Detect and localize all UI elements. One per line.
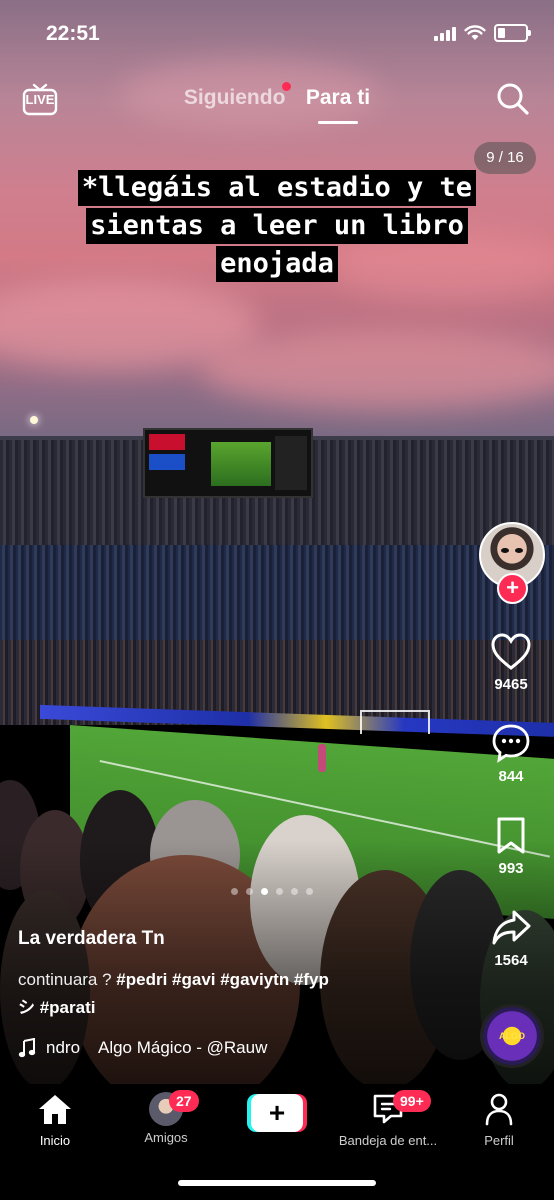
battery-level — [498, 28, 505, 38]
create-button[interactable]: + — [247, 1094, 307, 1132]
carousel-dot — [306, 888, 313, 895]
scoreboard-screen — [211, 442, 271, 486]
sponsor-logo — [149, 454, 185, 470]
middle-stands — [0, 545, 554, 640]
scoreboard-side-panel — [275, 436, 307, 490]
avatar-detail — [501, 548, 509, 553]
home-indicator[interactable] — [178, 1180, 376, 1186]
goal-frame — [360, 710, 430, 734]
tab-following-label: Siguiendo — [183, 86, 286, 109]
carousel-dot — [246, 888, 253, 895]
tab-following[interactable]: Siguiendo — [183, 82, 292, 110]
hashtags[interactable]: #pedri #gavi #gaviytn #fyp — [116, 970, 329, 989]
carousel-dot — [291, 888, 298, 895]
follow-button[interactable]: + — [497, 573, 528, 604]
search-button[interactable] — [496, 82, 530, 116]
comment-button[interactable]: 844 — [471, 722, 551, 785]
tiktok-screen: 22:51 LIVE Siguiendo Para ti 9 / 16 *lle… — [0, 0, 554, 1200]
comment-icon — [492, 724, 530, 763]
carousel-dot — [231, 888, 238, 895]
active-tab-indicator — [317, 121, 358, 124]
share-icon — [492, 910, 531, 945]
carousel-dot-active — [261, 888, 268, 895]
floodlight — [30, 416, 38, 424]
like-count: 9465 — [494, 676, 528, 693]
feed-tabs: Siguiendo Para ti — [0, 82, 554, 124]
heart-icon — [491, 633, 531, 670]
description-text: continuara ? — [18, 970, 117, 989]
share-button[interactable]: 1564 — [471, 908, 551, 969]
friends-badge: 27 — [169, 1090, 199, 1112]
tab-for-you-label: Para ti — [305, 86, 371, 109]
nav-home[interactable]: Inicio — [0, 1092, 110, 1148]
nav-friends-label: Amigos — [144, 1130, 188, 1145]
sponsor-logo — [149, 434, 185, 450]
profile-icon — [485, 1093, 513, 1126]
wifi-icon — [464, 25, 486, 40]
save-count: 993 — [498, 860, 524, 877]
music-note-icon — [18, 1038, 36, 1058]
music-disc[interactable]: ALGO MAGICO — [480, 1004, 544, 1099]
overlay-line: sientas a leer un libro — [86, 208, 468, 244]
plus-icon: + — [251, 1094, 303, 1132]
signal-icon — [434, 25, 456, 41]
stadium-scoreboard — [143, 428, 313, 498]
save-button[interactable]: 993 — [471, 816, 551, 877]
nav-friends[interactable]: Amigos 27 — [111, 1090, 221, 1145]
share-count: 1564 — [494, 952, 528, 969]
inbox-badge: 99+ — [393, 1090, 431, 1112]
carousel-dots — [231, 888, 313, 895]
battery-icon — [494, 24, 531, 42]
nav-profile[interactable]: Perfil — [444, 1092, 554, 1148]
search-icon — [497, 83, 529, 115]
nav-inbox[interactable]: Bandeja de ent... 99+ — [333, 1090, 443, 1148]
bookmark-icon — [497, 817, 525, 854]
carousel-dot — [276, 888, 283, 895]
comment-count: 844 — [498, 768, 524, 785]
creator-username[interactable]: La verdadera Tn — [18, 928, 165, 950]
nav-home-label: Inicio — [39, 1133, 71, 1148]
notification-dot — [282, 82, 292, 91]
nav-inbox-label: Bandeja de ent... — [338, 1133, 438, 1148]
post-description: continuara ? #pedri #gavi #gaviytn #fyp … — [18, 966, 448, 1022]
sound-link[interactable]: ndro Algo Mágico - @Rauw — [18, 1038, 318, 1058]
tab-for-you[interactable]: Para ti — [305, 86, 371, 124]
nav-profile-label: Perfil — [484, 1133, 514, 1148]
status-icons — [434, 24, 531, 42]
overlay-line: enojada — [216, 246, 338, 282]
home-icon — [39, 1095, 71, 1124]
avatar-detail — [515, 548, 523, 553]
status-time: 22:51 — [46, 22, 100, 45]
hashtags[interactable]: シ #parati — [18, 998, 95, 1017]
sound-title: ndro Algo Mágico - @Rauw — [46, 1038, 268, 1057]
caption-overlay: *llegáis al estadio y te sientas a leer … — [0, 170, 554, 284]
like-button[interactable]: 9465 — [471, 632, 551, 693]
overlay-line: *llegáis al estadio y te — [77, 170, 477, 206]
